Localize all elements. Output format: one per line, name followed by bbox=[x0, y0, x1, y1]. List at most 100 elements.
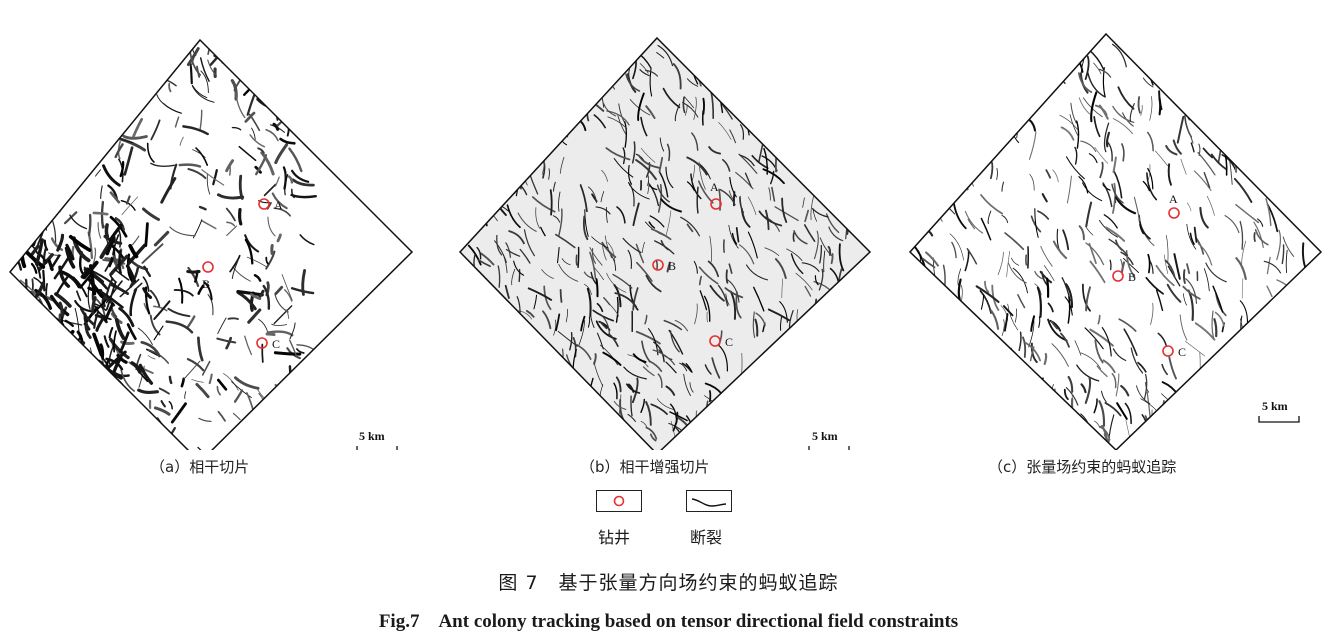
fault-trace bbox=[1270, 102, 1274, 129]
fault-lines bbox=[912, 39, 1321, 450]
fault-trace bbox=[70, 41, 89, 62]
fault-trace bbox=[46, 121, 55, 149]
caption-b: （b）相干增强切片 bbox=[580, 458, 710, 476]
fault-trace bbox=[1011, 257, 1020, 266]
fault-trace bbox=[1237, 46, 1248, 63]
fault-trace bbox=[1233, 427, 1246, 449]
fault-trace bbox=[949, 233, 964, 261]
fault-trace bbox=[1074, 146, 1078, 165]
fault-trace bbox=[1051, 64, 1066, 84]
fault-trace bbox=[104, 223, 110, 238]
fault-trace bbox=[19, 342, 27, 360]
fault-trace bbox=[839, 407, 848, 432]
fault-trace bbox=[806, 97, 814, 125]
fault-trace bbox=[35, 323, 41, 336]
fault-trace bbox=[919, 348, 928, 363]
fault-trace bbox=[1117, 86, 1135, 110]
fault-trace bbox=[10, 297, 22, 316]
fault-trace bbox=[540, 105, 550, 114]
legend-well-symbol bbox=[596, 490, 642, 512]
fault-trace bbox=[1244, 410, 1265, 428]
fault-trace bbox=[828, 365, 837, 379]
fault-trace bbox=[563, 440, 584, 450]
fault-trace bbox=[1150, 302, 1154, 325]
fault-trace bbox=[1158, 97, 1162, 116]
fault-trace bbox=[1029, 173, 1035, 191]
fault-trace bbox=[519, 122, 525, 146]
fault-trace bbox=[22, 389, 42, 403]
fault-trace bbox=[124, 81, 135, 95]
fault-trace bbox=[1257, 368, 1262, 393]
fault-trace bbox=[788, 350, 797, 372]
fault-trace bbox=[936, 312, 946, 332]
fault-trace bbox=[1009, 415, 1017, 424]
fault-trace bbox=[1093, 398, 1098, 414]
svg-text:B: B bbox=[202, 277, 210, 291]
fault-trace bbox=[106, 369, 111, 385]
fault-trace bbox=[147, 355, 156, 360]
fault-trace bbox=[294, 68, 297, 76]
fault-trace bbox=[182, 125, 209, 136]
fault-trace bbox=[1149, 260, 1154, 274]
fault-trace bbox=[1103, 214, 1118, 229]
fault-trace bbox=[1137, 96, 1141, 114]
fault-trace bbox=[1289, 100, 1292, 114]
fault-trace bbox=[10, 288, 14, 313]
fault-trace bbox=[132, 117, 144, 139]
fault-trace bbox=[57, 349, 80, 364]
fault-trace bbox=[538, 45, 544, 57]
fault-trace bbox=[1099, 161, 1104, 179]
fault-trace bbox=[68, 163, 82, 174]
fault-trace bbox=[1195, 105, 1209, 115]
fault-trace bbox=[212, 169, 218, 186]
fault-trace bbox=[757, 66, 764, 84]
fault-trace bbox=[189, 63, 193, 85]
fault-trace bbox=[81, 384, 101, 403]
fault-trace bbox=[263, 444, 268, 450]
panel-b: A B C 5 km bbox=[452, 30, 892, 450]
fault-trace bbox=[1222, 147, 1228, 176]
fault-trace bbox=[60, 169, 68, 187]
fault-trace bbox=[550, 113, 557, 134]
fault-trace bbox=[829, 47, 833, 62]
fault-trace bbox=[713, 426, 720, 446]
fault-trace bbox=[777, 118, 788, 146]
fault-trace bbox=[122, 40, 139, 57]
fault-trace bbox=[150, 162, 175, 168]
fault-trace bbox=[1001, 214, 1009, 224]
fault-trace bbox=[948, 39, 960, 65]
fault-trace bbox=[924, 359, 938, 384]
fault-trace bbox=[1121, 143, 1125, 162]
fault-trace bbox=[16, 337, 25, 346]
svg-text:A: A bbox=[710, 180, 719, 194]
fault-trace bbox=[742, 442, 746, 450]
fault-trace bbox=[1271, 135, 1275, 153]
fault-trace bbox=[811, 382, 815, 404]
fault-trace bbox=[223, 443, 237, 450]
fault-trace bbox=[807, 384, 811, 400]
fault-trace bbox=[273, 391, 280, 405]
fault-trace bbox=[157, 448, 166, 450]
fault-trace bbox=[95, 314, 106, 332]
fault-trace bbox=[510, 152, 523, 161]
fault-trace bbox=[967, 218, 976, 230]
fault-trace bbox=[201, 360, 211, 376]
fault-trace bbox=[25, 44, 36, 49]
fault-trace bbox=[92, 139, 96, 152]
fault-trace bbox=[10, 343, 19, 359]
fault-trace bbox=[288, 147, 303, 173]
fault-trace bbox=[1190, 142, 1195, 153]
fault-trace bbox=[1102, 359, 1116, 374]
fault-trace bbox=[1093, 116, 1101, 138]
fault-trace bbox=[1112, 156, 1117, 173]
fault-trace bbox=[1163, 254, 1169, 275]
fault-trace bbox=[282, 80, 299, 92]
fault-trace bbox=[1295, 104, 1312, 118]
fault-trace bbox=[168, 82, 172, 93]
fault-trace bbox=[1304, 49, 1309, 79]
fault-trace bbox=[784, 48, 801, 60]
fault-trace bbox=[925, 180, 930, 196]
fault-trace bbox=[1216, 83, 1223, 104]
fault-trace bbox=[964, 210, 984, 234]
fault-trace bbox=[592, 79, 597, 95]
